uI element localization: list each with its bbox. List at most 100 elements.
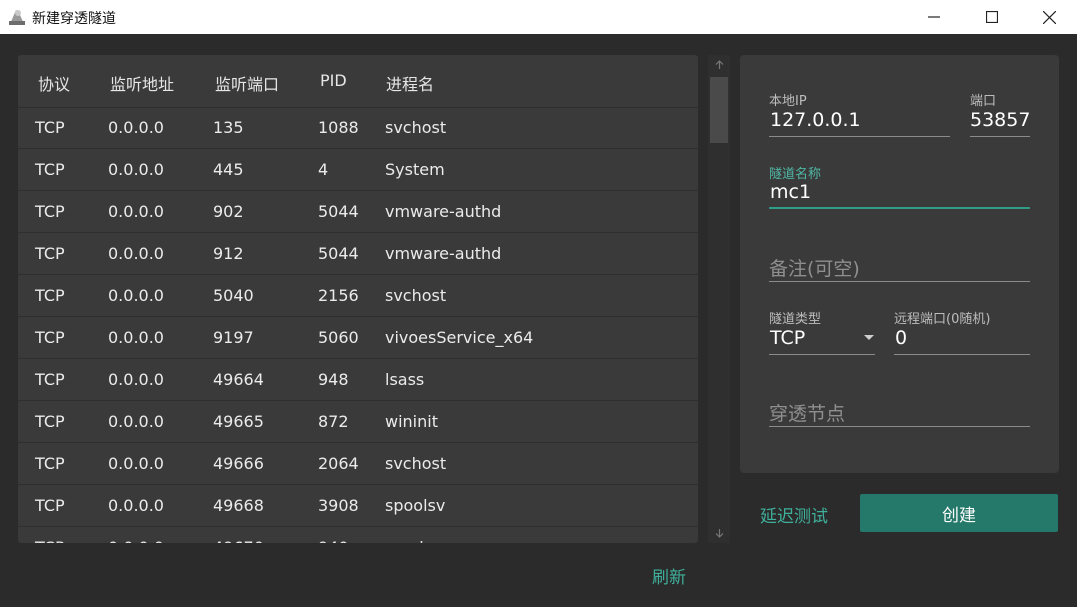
listen-address-cell: 0.0.0.0 [108, 286, 164, 305]
listen-port-cell: 5040 [213, 286, 254, 305]
column-header-listen-address[interactable]: 监听地址 [110, 71, 174, 95]
table-row[interactable]: TCP 0.0.0.0 5040 2156 svchost [18, 275, 698, 317]
pid-cell: 2156 [318, 286, 359, 305]
tunnel-type-underline [769, 354, 875, 355]
table-row[interactable]: TCP 0.0.0.0 445 4 System [18, 149, 698, 191]
table-row[interactable]: TCP 0.0.0.0 49668 3908 spoolsv [18, 485, 698, 527]
process-name-cell: svchost [385, 454, 447, 473]
dialog-content: 协议 监听地址 监听端口 PID 进程名 TCP 0.0.0.0 135 1088 sv… [0, 34, 1077, 607]
process-name-cell: spoolsv [385, 496, 446, 515]
listen-address-cell: 0.0.0.0 [108, 244, 164, 263]
table-row[interactable]: TCP 0.0.0.0 902 5044 vmware-authd [18, 191, 698, 233]
remote-port-label: 远程端口(0随机) [894, 312, 991, 327]
listen-port-cell: 49665 [213, 412, 264, 431]
scroll-down-button[interactable] [708, 523, 730, 543]
column-header-listen-port[interactable]: 监听端口 [215, 71, 279, 95]
tunnel-type-label: 隧道类型 [769, 312, 822, 327]
tunnel-form: 本地IP 127.0.0.1 端口 53857 隧道名称 mc1 备注(可空) … [740, 55, 1059, 473]
pid-cell: 948 [318, 370, 349, 389]
table-header: 协议 监听地址 监听端口 PID 进程名 [18, 55, 698, 108]
table-row[interactable]: TCP 0.0.0.0 49664 948 lsass [18, 359, 698, 401]
table-body: TCP 0.0.0.0 135 1088 svchost TCP 0.0.0.0 445 4 Sy… [18, 107, 698, 543]
protocol-cell: TCP [35, 118, 65, 137]
create-button-label: 创建 [942, 505, 976, 526]
listen-address-cell: 0.0.0.0 [108, 454, 164, 473]
listen-port-cell: 912 [213, 244, 244, 263]
title-bar: 新建穿透隧道 [0, 0, 1077, 34]
tunnel-name-input[interactable]: mc1 [770, 181, 811, 203]
pid-cell: 872 [318, 412, 349, 431]
listen-port-cell: 49668 [213, 496, 264, 515]
port-table: 协议 监听地址 监听端口 PID 进程名 TCP 0.0.0.0 135 1088 sv… [18, 55, 698, 543]
protocol-cell: TCP [35, 286, 65, 305]
arrow-down-icon [715, 529, 723, 538]
table-row[interactable]: TCP 0.0.0.0 9197 5060 vivoesService_x64 [18, 317, 698, 359]
protocol-cell: TCP [35, 412, 65, 431]
listen-address-cell: 0.0.0.0 [108, 118, 164, 137]
minimize-button[interactable] [905, 0, 963, 34]
local-ip-label: 本地IP [769, 94, 807, 109]
remark-underline [769, 281, 1030, 282]
table-row[interactable]: TCP 0.0.0.0 49670 940 services [18, 527, 698, 543]
refresh-link[interactable]: 刷新 [652, 563, 686, 588]
protocol-cell: TCP [35, 328, 65, 347]
table-row[interactable]: TCP 0.0.0.0 49666 2064 svchost [18, 443, 698, 485]
arrow-up-icon [715, 60, 723, 69]
listen-address-cell: 0.0.0.0 [108, 496, 164, 515]
process-name-cell: vmware-authd [385, 202, 502, 221]
process-name-cell: vmware-authd [385, 244, 502, 263]
remark-input[interactable]: 备注(可空) [769, 254, 860, 281]
local-ip-input[interactable]: 127.0.0.1 [770, 109, 861, 131]
protocol-cell: TCP [35, 370, 65, 389]
pid-cell: 5044 [318, 202, 359, 221]
table-scrollbar[interactable] [708, 55, 730, 543]
chevron-down-icon[interactable] [864, 335, 874, 340]
listen-port-cell: 49664 [213, 370, 264, 389]
close-icon [1042, 10, 1056, 24]
remote-port-input[interactable]: 0 [895, 327, 907, 349]
pid-cell: 1088 [318, 118, 359, 137]
local-ip-underline [769, 136, 950, 137]
listen-address-cell: 0.0.0.0 [108, 370, 164, 389]
process-name-cell: svchost [385, 118, 447, 137]
process-name-cell: services [385, 538, 451, 543]
listen-address-cell: 0.0.0.0 [108, 328, 164, 347]
remote-port-underline [894, 354, 1030, 355]
create-button[interactable]: 创建 [860, 494, 1058, 532]
protocol-cell: TCP [35, 454, 65, 473]
scroll-thumb[interactable] [710, 77, 728, 143]
port-label: 端口 [970, 94, 997, 109]
listen-port-cell: 445 [213, 160, 244, 179]
close-button[interactable] [1020, 0, 1077, 34]
pid-cell: 3908 [318, 496, 359, 515]
column-header-protocol[interactable]: 协议 [38, 71, 70, 95]
tunnel-type-select[interactable]: TCP [770, 327, 805, 349]
table-row[interactable]: TCP 0.0.0.0 49665 872 wininit [18, 401, 698, 443]
app-icon [7, 7, 27, 27]
process-name-cell: wininit [385, 412, 438, 431]
node-select[interactable]: 穿透节点 [769, 399, 845, 426]
minimize-icon [928, 16, 940, 18]
process-name-cell: lsass [385, 370, 425, 389]
pid-cell: 5060 [318, 328, 359, 347]
port-underline [970, 136, 1030, 137]
listen-address-cell: 0.0.0.0 [108, 412, 164, 431]
column-header-pid[interactable]: PID [320, 71, 347, 90]
pid-cell: 4 [318, 160, 329, 179]
table-row[interactable]: TCP 0.0.0.0 135 1088 svchost [18, 107, 698, 149]
tunnel-name-label: 隧道名称 [769, 167, 822, 182]
port-input[interactable]: 53857 [970, 109, 1030, 131]
process-name-cell: svchost [385, 286, 447, 305]
table-row[interactable]: TCP 0.0.0.0 912 5044 vmware-authd [18, 233, 698, 275]
pid-cell: 940 [318, 538, 349, 543]
protocol-cell: TCP [35, 202, 65, 221]
listen-port-cell: 135 [213, 118, 244, 137]
process-name-cell: System [385, 160, 445, 179]
latency-test-link[interactable]: 延迟测试 [760, 502, 828, 527]
scroll-up-button[interactable] [708, 55, 730, 75]
pid-cell: 2064 [318, 454, 359, 473]
maximize-button[interactable] [963, 0, 1021, 34]
column-header-process-name[interactable]: 进程名 [386, 71, 434, 95]
process-name-cell: vivoesService_x64 [385, 328, 534, 347]
pid-cell: 5044 [318, 244, 359, 263]
